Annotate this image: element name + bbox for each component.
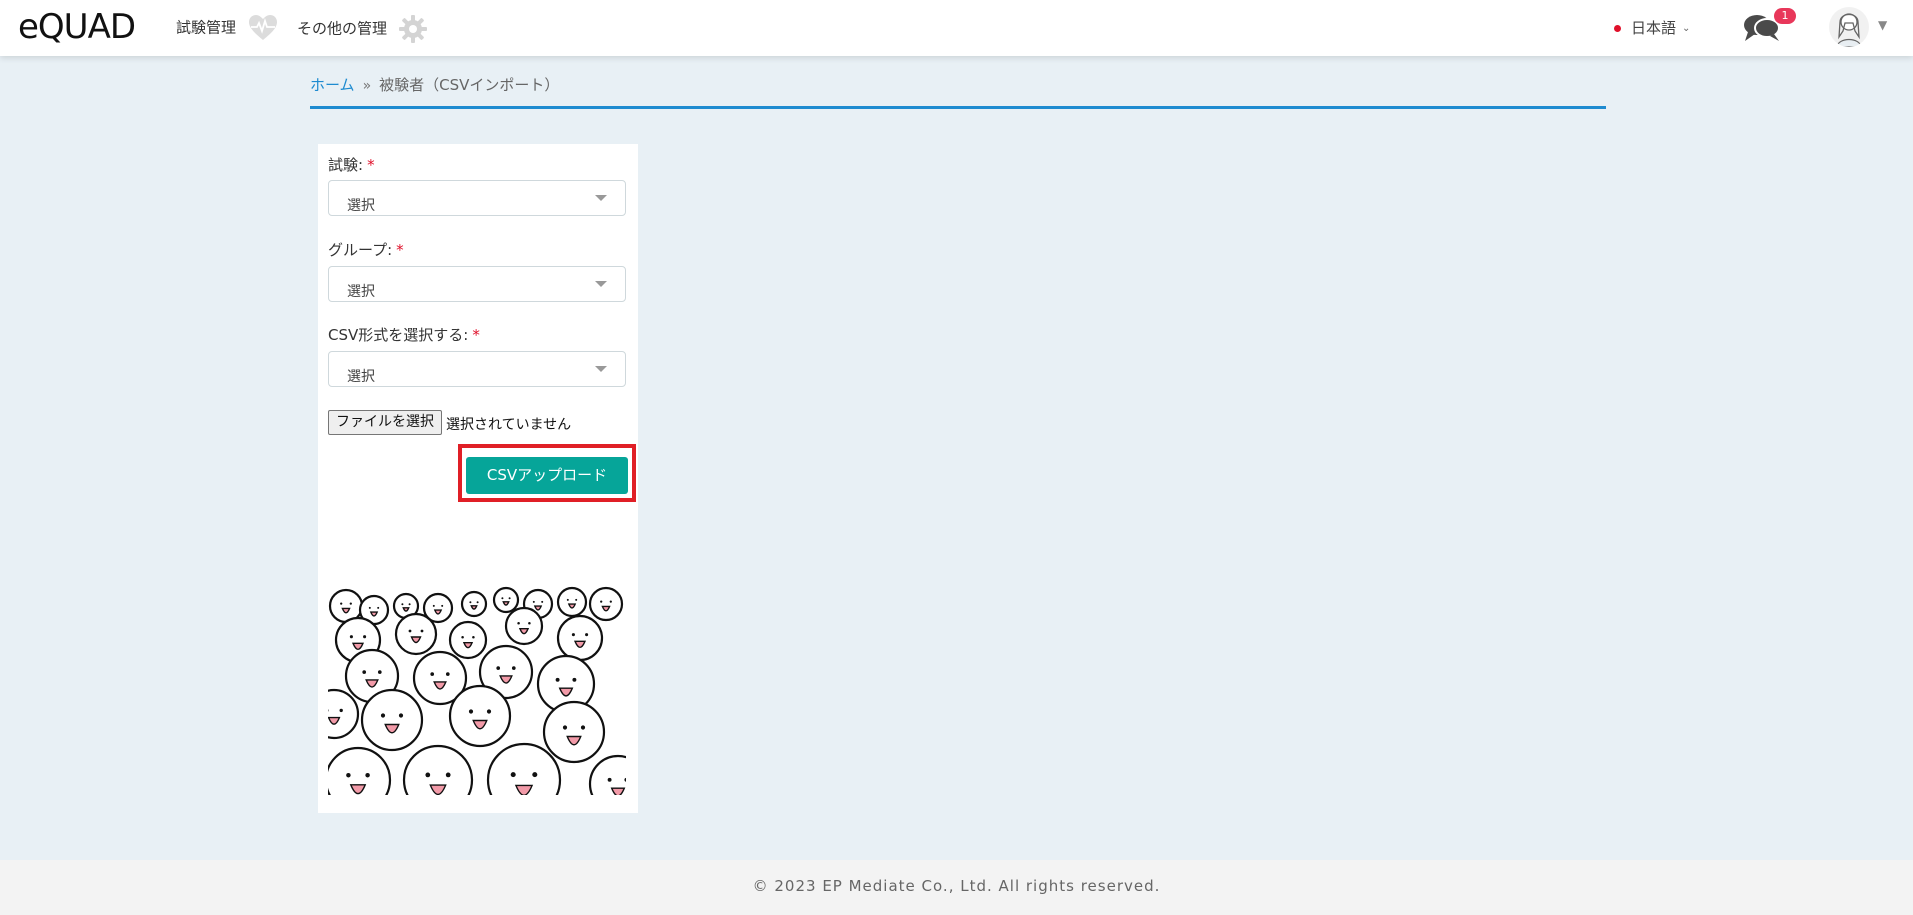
nav-trial-management-label: 試験管理 <box>176 18 237 37</box>
language-flag-icon <box>1614 25 1621 32</box>
breadcrumb-separator-icon: » <box>362 78 372 94</box>
required-mark: * <box>472 326 480 344</box>
breadcrumb: ホーム » 被験者（CSVインポート） <box>310 74 559 95</box>
choose-file-button[interactable]: ファイルを選択 <box>328 410 442 435</box>
page-footer: © 2023 EP Mediate Co., Ltd. All rights r… <box>0 860 1913 915</box>
file-status-text: 選択されていません <box>446 417 572 433</box>
user-menu-caret-icon[interactable]: ▼ <box>1878 18 1887 32</box>
app-logo[interactable]: eQUAD <box>18 6 136 48</box>
trial-select-value: 選択 <box>347 198 375 214</box>
heart-pulse-icon <box>248 15 277 40</box>
breadcrumb-current: 被験者（CSVインポート） <box>379 76 560 94</box>
csv-format-select[interactable]: 選択 <box>328 351 626 387</box>
language-selector[interactable]: 日本語 ⌄ <box>1614 17 1690 38</box>
crowd-illustration <box>328 584 626 795</box>
nav-trial-management[interactable]: 試験管理 <box>176 14 279 42</box>
language-label: 日本語 <box>1631 19 1677 37</box>
chevron-down-icon: ⌄ <box>1682 23 1691 34</box>
group-select[interactable]: 選択 <box>328 266 626 302</box>
group-field-label: グループ: * <box>328 241 404 259</box>
gear-icon <box>398 15 427 43</box>
notification-badge: 1 <box>1774 8 1796 24</box>
nav-other-management-label: その他の管理 <box>297 19 388 38</box>
trial-field-label: 試験: * <box>328 156 375 174</box>
top-navbar: eQUAD 試験管理 その他の管理 日本語 ⌄ 1 ▼ <box>0 0 1913 56</box>
breadcrumb-home-link[interactable]: ホーム <box>310 76 355 94</box>
csv-upload-button[interactable]: CSVアップロード <box>466 457 628 494</box>
user-avatar[interactable] <box>1829 7 1869 47</box>
breadcrumb-divider <box>310 106 1606 109</box>
nav-other-management[interactable]: その他の管理 <box>297 14 428 44</box>
dropdown-caret-icon <box>595 195 607 201</box>
group-select-value: 選択 <box>347 284 375 300</box>
required-mark: * <box>396 241 404 259</box>
required-mark: * <box>367 156 375 174</box>
dropdown-caret-icon <box>595 281 607 287</box>
csv-import-form: 試験: * 選択 グループ: * 選択 CSV形式を選択する: * 選択 ファイルを選… <box>318 144 638 813</box>
trial-select[interactable]: 選択 <box>328 180 626 216</box>
copyright-text: © 2023 EP Mediate Co., Ltd. All rights r… <box>752 877 1161 895</box>
csv-format-field-label: CSV形式を選択する: * <box>328 326 480 344</box>
dropdown-caret-icon <box>595 366 607 372</box>
csv-format-select-value: 選択 <box>347 369 375 385</box>
